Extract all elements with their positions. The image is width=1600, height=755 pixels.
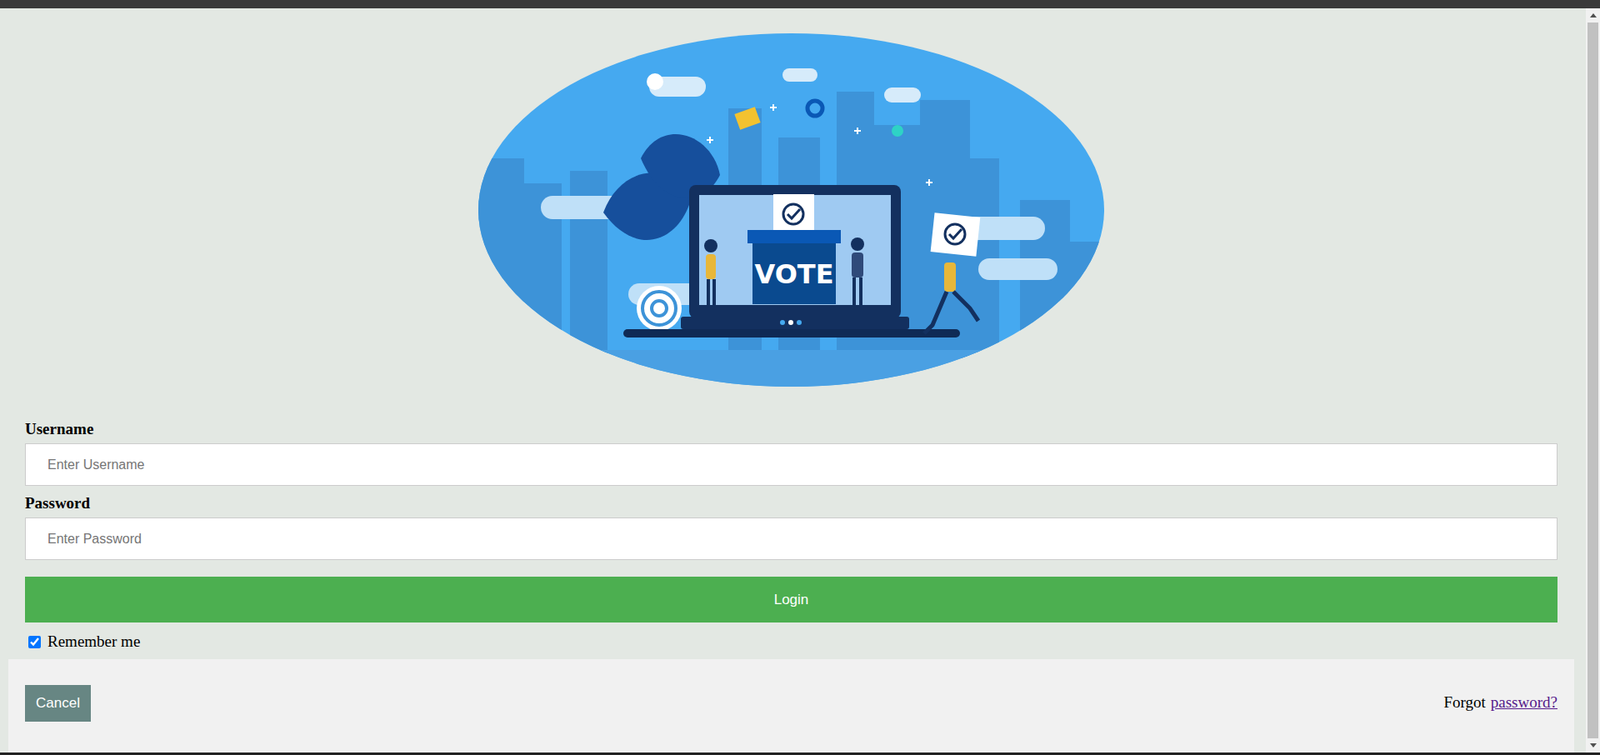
- scroll-down-icon[interactable]: [1590, 743, 1597, 748]
- page-body: VOTE Username Password Login Remember me Canc…: [0, 8, 1600, 753]
- username-label: Username: [25, 420, 1558, 439]
- illustration-label: VOTE: [754, 258, 834, 290]
- password-input[interactable]: [25, 517, 1558, 560]
- remember-me[interactable]: Remember me: [25, 632, 1558, 651]
- scrollbar[interactable]: [1585, 8, 1600, 753]
- remember-me-label: Remember me: [47, 632, 140, 651]
- bottom-bar: [0, 752, 1600, 755]
- username-input[interactable]: [25, 443, 1558, 486]
- form-footer: Cancel Forgot password?: [8, 659, 1575, 753]
- page-content: VOTE Username Password Login Remember me Canc…: [0, 8, 1586, 753]
- cancel-button[interactable]: Cancel: [25, 685, 91, 722]
- login-page: VOTE Username Password Login Remember me Canc…: [0, 0, 1600, 755]
- login-button[interactable]: Login: [25, 576, 1558, 623]
- scroll-thumb[interactable]: [1587, 22, 1599, 739]
- image-container: VOTE: [8, 8, 1575, 387]
- forgot-text: Forgot: [1443, 693, 1485, 712]
- scroll-up-icon[interactable]: [1590, 13, 1597, 18]
- password-label: Password: [25, 494, 1558, 513]
- remember-me-checkbox[interactable]: [28, 635, 41, 649]
- vote-illustration-icon: VOTE: [478, 33, 1105, 387]
- top-bar: [0, 0, 1600, 9]
- forgot-password-link[interactable]: password?: [1490, 693, 1558, 712]
- login-form: Username Password Login Remember me: [8, 386, 1575, 660]
- forgot-password: Forgot password?: [1443, 685, 1558, 712]
